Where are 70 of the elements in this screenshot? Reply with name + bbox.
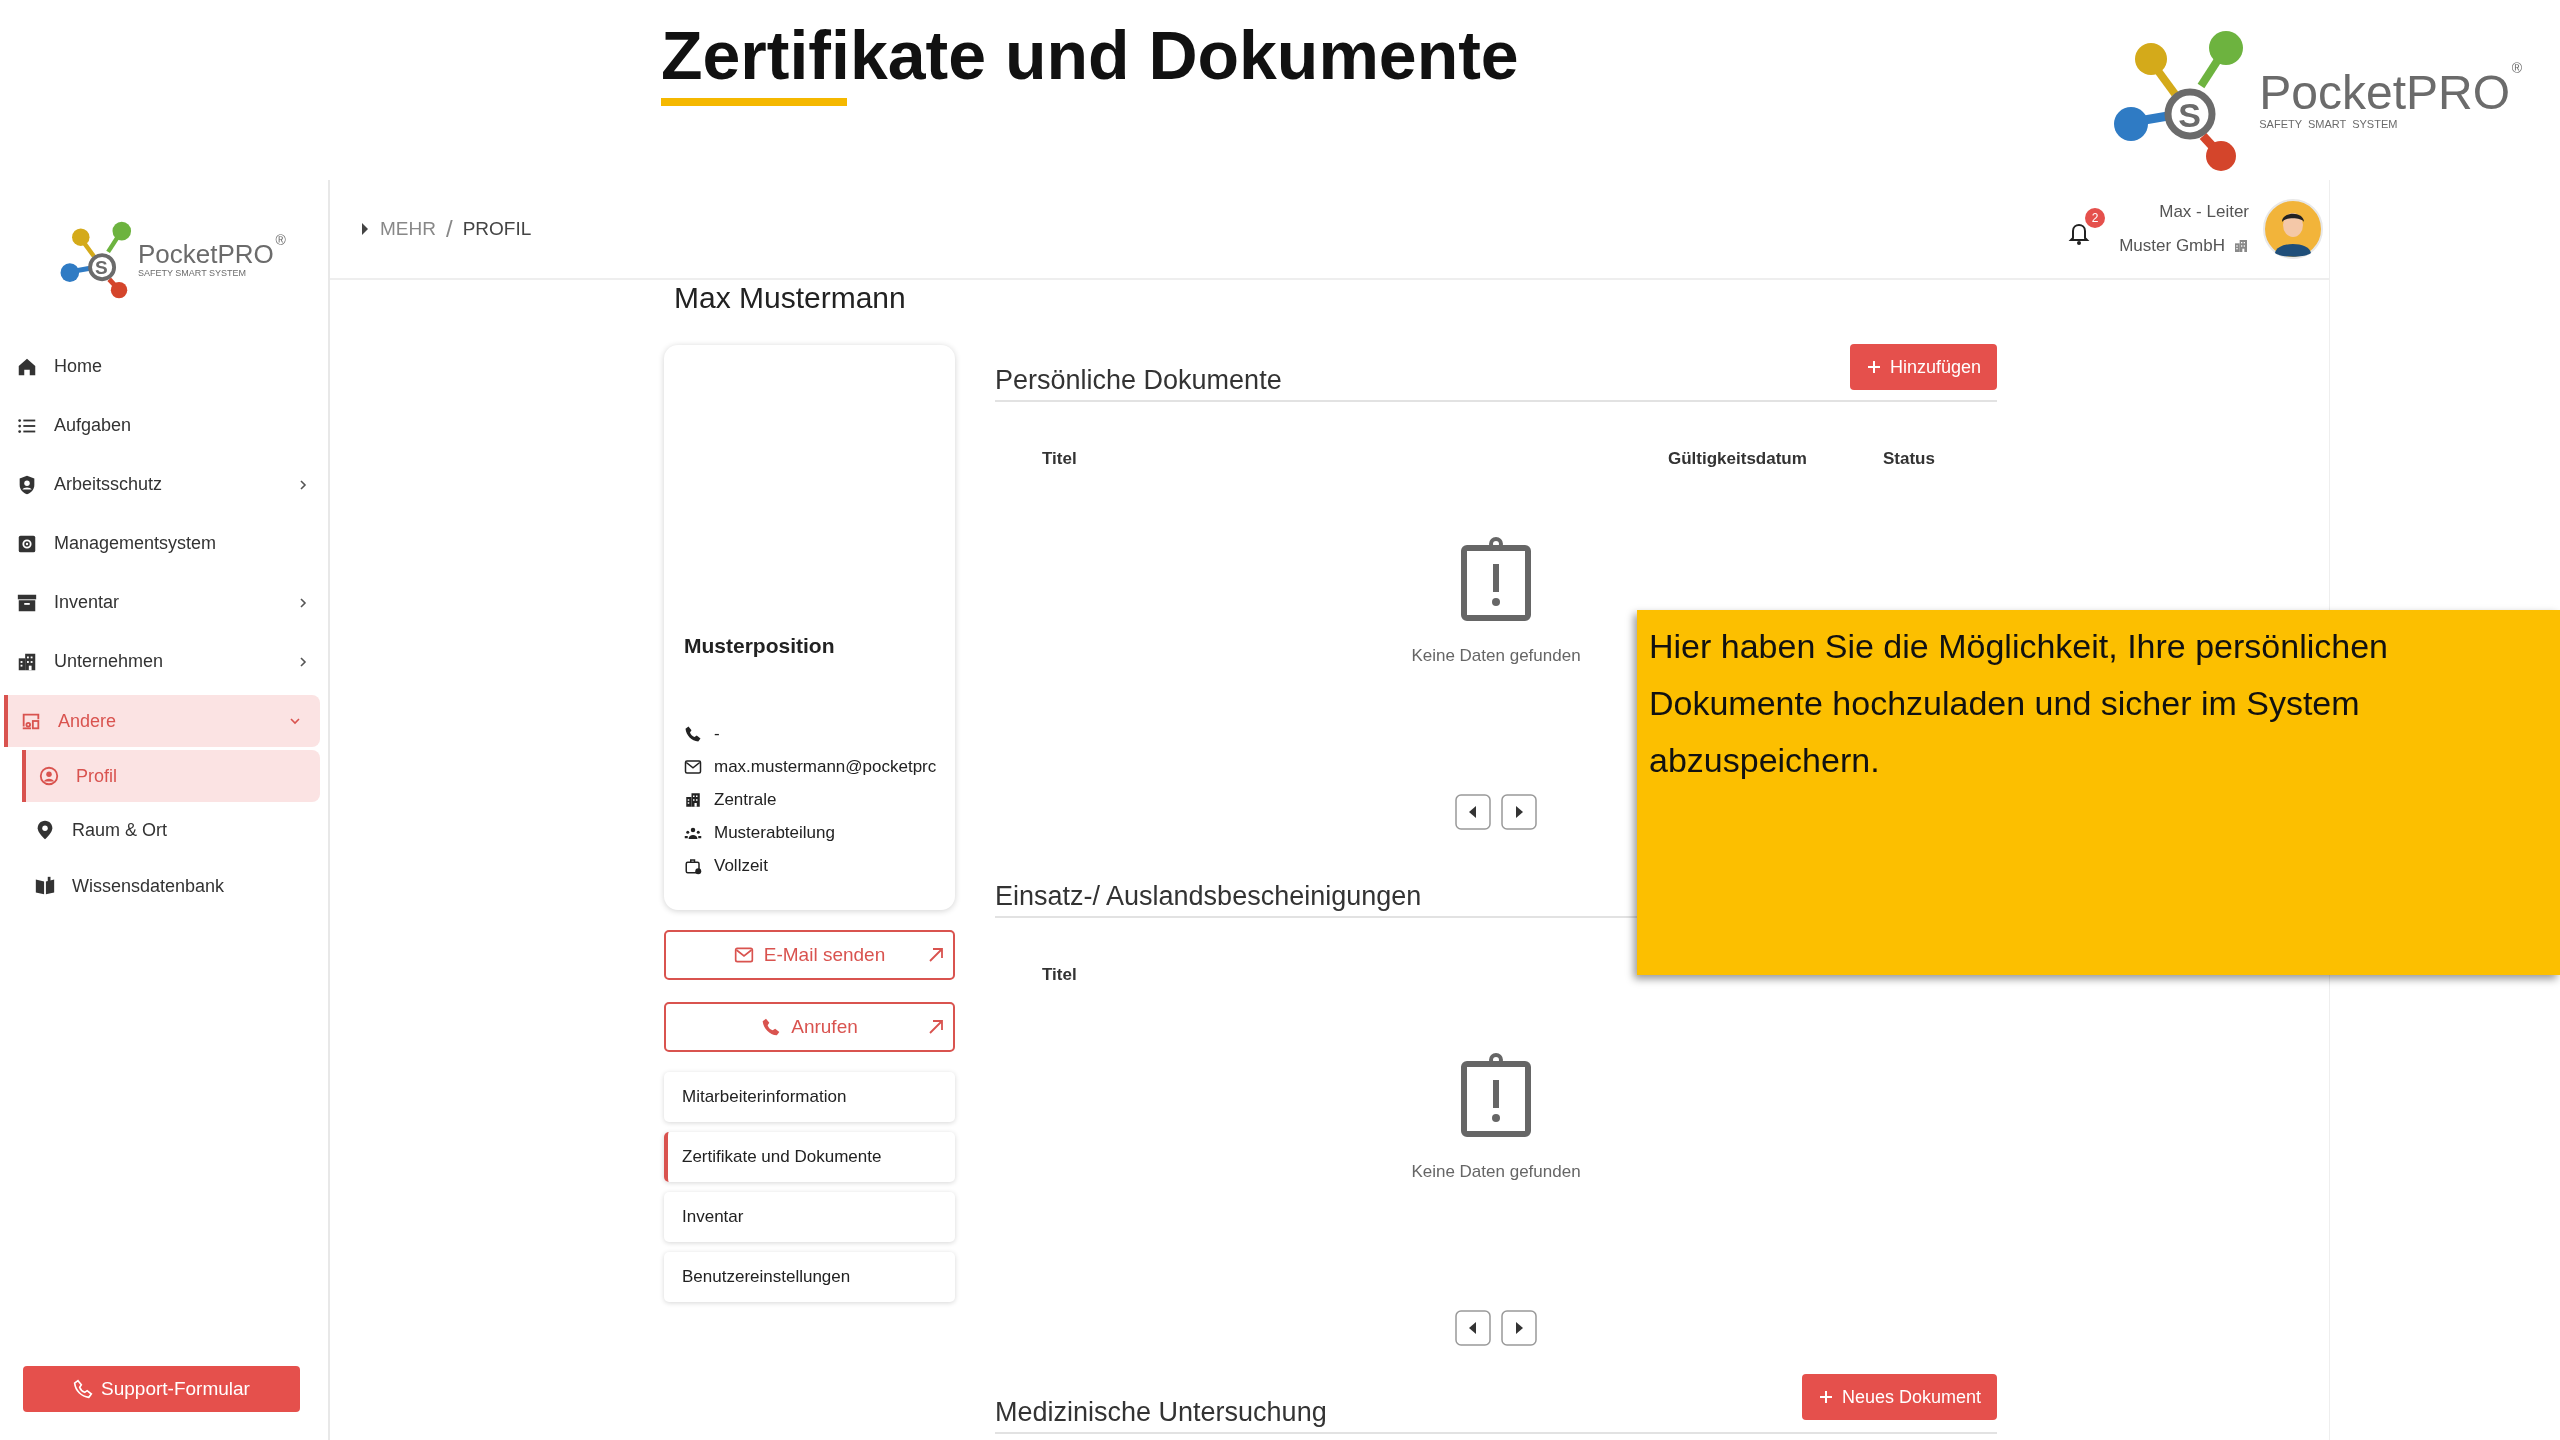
column-header: Titel: [1042, 449, 1077, 469]
breadcrumb-separator: /: [445, 215, 453, 243]
caret-right-icon: [360, 222, 370, 236]
contact-text: Zentrale: [714, 790, 777, 810]
logo-wordmark: PocketPRO: [138, 239, 274, 268]
profile-menu-item[interactable]: Benutzereinstellungen: [664, 1252, 955, 1302]
sidebar-item[interactable]: Home: [0, 337, 328, 396]
section-title: Medizinische Untersuchung: [995, 1397, 1327, 1428]
section-title: Persönliche Dokumente: [995, 365, 1282, 396]
column-header: Status: [1883, 449, 1935, 469]
column-header: Titel: [1042, 965, 1077, 985]
email-link[interactable]: max.mustermann@pocketprc: [714, 757, 937, 777]
external-link-icon: [927, 1018, 945, 1036]
plus-icon: [1865, 359, 1882, 375]
profile-menu-item[interactable]: Zertifikate und Dokumente: [664, 1132, 955, 1182]
empty-message: Keine Daten gefunden: [1411, 1162, 1581, 1182]
breadcrumb-link[interactable]: MEHR: [380, 218, 436, 240]
sidebar-item[interactable]: Wissensdatenbank: [0, 858, 328, 914]
profile-menu-item[interactable]: Mitarbeiterinformation: [664, 1072, 955, 1122]
contact-text: Musterabteilung: [714, 823, 835, 843]
previous-page-button[interactable]: [1455, 1310, 1491, 1346]
sidebar-item[interactable]: Arbeitsschutz: [0, 455, 328, 514]
logo-wordmark: PocketPRO: [2259, 68, 2510, 118]
user-circle-icon: [38, 765, 60, 787]
external-link-icon: [927, 946, 945, 964]
registered-mark: ®: [2511, 60, 2522, 76]
envelope-icon: [684, 758, 702, 776]
building-icon: [684, 791, 702, 809]
envelope-icon: [733, 945, 754, 965]
logo-tagline: SAFETY SMART SYSTEM: [2259, 118, 2399, 130]
empty-message: Keine Daten gefunden: [1411, 646, 1581, 666]
phone-icon: [684, 725, 702, 743]
briefcase-icon: [684, 857, 702, 875]
logo-letter: S: [95, 256, 108, 279]
building-icon: [2233, 238, 2249, 254]
person-name: Max Mustermann: [674, 280, 907, 316]
previous-page-button[interactable]: [1455, 794, 1491, 830]
profile-menu-item[interactable]: Inventar: [664, 1192, 955, 1242]
notification-badge: 2: [2085, 208, 2106, 228]
company-name: Muster GmbH: [2119, 236, 2225, 256]
call-button[interactable]: Anrufen: [664, 1002, 955, 1052]
breadcrumb-link[interactable]: PROFIL: [462, 218, 532, 240]
logo-letter: S: [2178, 96, 2201, 135]
phone-icon: [761, 1017, 782, 1037]
user-name: Max - Leiter: [2158, 202, 2249, 222]
next-page-button[interactable]: [1501, 1310, 1537, 1346]
add-button[interactable]: Neues Dokument: [1801, 1374, 1997, 1420]
next-page-button[interactable]: [1501, 794, 1537, 830]
avatar-icon: [2263, 199, 2323, 259]
add-button[interactable]: Hinzufügen: [1849, 344, 1997, 390]
slide-title: Zertifikate und Dokumente: [661, 16, 1519, 95]
phone-icon: [73, 1379, 94, 1399]
sidebar-item[interactable]: Raum & Ort: [0, 802, 328, 858]
position-title: Musterposition: [684, 634, 836, 658]
support-button[interactable]: Support-Formular: [23, 1366, 300, 1412]
section-title: Einsatz-/ Auslandsbescheinigungen: [995, 881, 1422, 912]
email-button[interactable]: E-Mail senden: [664, 930, 955, 980]
sidebar-item[interactable]: Managementsystem: [0, 514, 328, 573]
sidebar-item[interactable]: Inventar: [0, 573, 328, 632]
book-icon: [34, 875, 56, 897]
notification-button[interactable]: 2: [2067, 208, 2106, 250]
sidebar-item[interactable]: Unternehmen: [0, 632, 328, 691]
contact-text: Vollzeit: [714, 856, 768, 876]
registered-mark: ®: [275, 231, 286, 248]
column-header: Gültigkeitsdatum: [1668, 449, 1807, 469]
sidebar-item[interactable]: Aufgaben: [0, 396, 328, 455]
contact-text: -: [714, 724, 720, 744]
plus-icon: [1817, 1389, 1834, 1405]
callout-note: Hier haben Sie die Möglichkeit, Ihre persönlichen Dokumente hochzuladen und sicher im System abzuspeichern.: [1637, 610, 2560, 975]
logo-tagline: SAFETY SMART SYSTEM: [138, 267, 248, 278]
